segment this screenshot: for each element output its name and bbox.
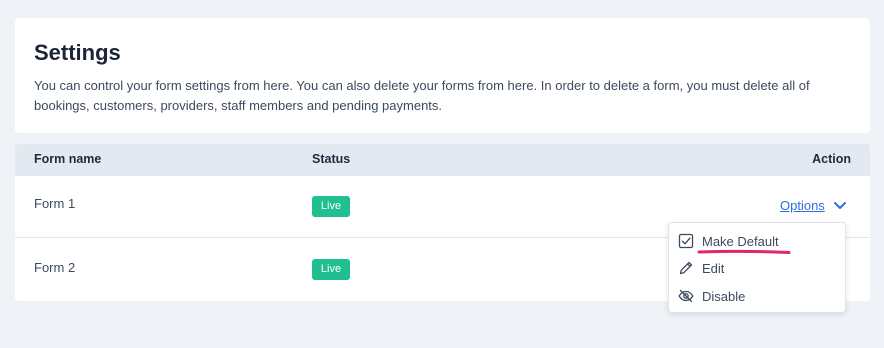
menu-item-edit[interactable]: Edit (669, 255, 845, 281)
status-badge: Live (312, 259, 350, 280)
options-dropdown-menu: Make Default Edit Disable (668, 222, 846, 313)
chevron-down-icon[interactable] (832, 199, 848, 213)
menu-item-label: Make Default (702, 234, 779, 249)
form-name: Form 1 (34, 196, 76, 211)
checkbox-checked-icon (678, 233, 694, 249)
column-header-form-name: Form name (34, 152, 102, 166)
status-badge: Live (312, 196, 350, 217)
settings-card: Settings You can control your form setti… (15, 18, 870, 133)
column-header-action: Action (812, 152, 851, 166)
form-name: Form 2 (34, 260, 76, 275)
menu-item-label: Edit (702, 261, 725, 276)
highlight-underline (697, 249, 791, 254)
settings-description: You can control your form settings from … (34, 78, 810, 113)
options-link[interactable]: Options (780, 198, 825, 213)
menu-item-label: Disable (702, 289, 746, 304)
menu-item-disable[interactable]: Disable (669, 283, 845, 309)
table-header: Form name Status Action (15, 144, 870, 176)
column-header-status: Status (312, 152, 351, 166)
eye-off-icon (678, 289, 694, 303)
pencil-icon (679, 261, 693, 275)
page-title: Settings (34, 40, 121, 65)
